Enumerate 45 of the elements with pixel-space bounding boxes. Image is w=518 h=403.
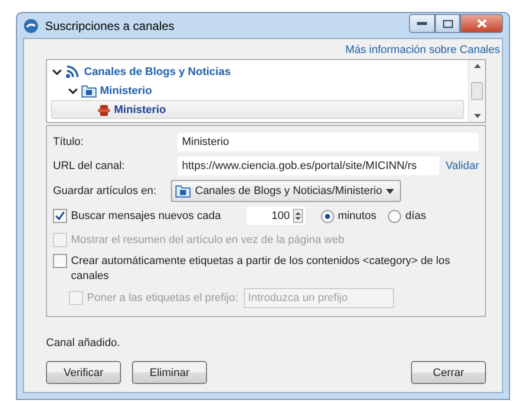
check-label: Buscar mensajes nuevos cada: [71, 210, 221, 222]
folder-icon: [81, 84, 97, 98]
minimize-button[interactable]: [409, 14, 435, 33]
status-text: Canal añadido.: [46, 337, 122, 349]
radio-label: minutos: [338, 210, 376, 222]
title-field[interactable]: Ministerio: [177, 132, 479, 152]
scroll-up-icon[interactable]: [474, 64, 480, 68]
checkbox[interactable]: [53, 254, 67, 268]
folder-icon: [175, 184, 191, 198]
close-button[interactable]: [460, 14, 503, 33]
maximize-button[interactable]: [435, 14, 460, 33]
title-label: Título:: [53, 136, 85, 148]
tree-item[interactable]: Ministerio: [51, 82, 464, 100]
save-label: Guardar artículos en:: [53, 185, 158, 197]
radio-label: días: [405, 210, 426, 222]
spin-arrows-icon[interactable]: [292, 209, 303, 223]
chevron-down-icon[interactable]: [52, 68, 62, 76]
interval-spinner[interactable]: 100: [246, 207, 305, 225]
caret-icon: [386, 188, 394, 194]
minimize-icon: [417, 22, 427, 26]
tree-item[interactable]: Canales de Blogs y Noticias: [51, 63, 464, 82]
chevron-down-icon[interactable]: [68, 87, 78, 95]
validate-link[interactable]: Validar: [446, 160, 479, 172]
dialog-button[interactable]: Cerrar: [411, 361, 486, 384]
scrollbar[interactable]: [468, 60, 485, 122]
close-icon: [476, 19, 486, 28]
dialog-button[interactable]: Eliminar: [132, 361, 207, 384]
radio-button[interactable]: [320, 210, 334, 222]
radio-button[interactable]: [388, 210, 402, 222]
summary-label: Mostrar el resumen del artículo en vez de la página web: [71, 234, 344, 246]
rss-icon: [65, 65, 81, 80]
dialog-button[interactable]: Verificar: [46, 361, 121, 384]
folder-dropdown[interactable]: Canales de Blogs y Noticias/Ministerio: [171, 180, 402, 202]
info-link[interactable]: Más información sobre Canales: [345, 44, 500, 56]
tags-label: Crear automáticamente etiquetas a partir de los contenidos <category> de los canales: [71, 254, 452, 284]
app-icon: [23, 18, 39, 34]
checkbox[interactable]: [53, 209, 67, 223]
prefix-label: Poner a las etiquetas el prefijo:: [87, 292, 238, 304]
maximize-icon: [442, 20, 452, 28]
window-title: Suscripciones a canales: [45, 18, 176, 32]
url-field[interactable]: https://www.ciencia.gob.es/portal/site/MICINN/rs: [177, 156, 440, 176]
tree-item[interactable]: Ministerio: [51, 100, 464, 120]
scroll-down-icon[interactable]: [474, 114, 480, 118]
feed-icon: [97, 102, 111, 117]
url-label: URL del canal:: [53, 160, 126, 172]
